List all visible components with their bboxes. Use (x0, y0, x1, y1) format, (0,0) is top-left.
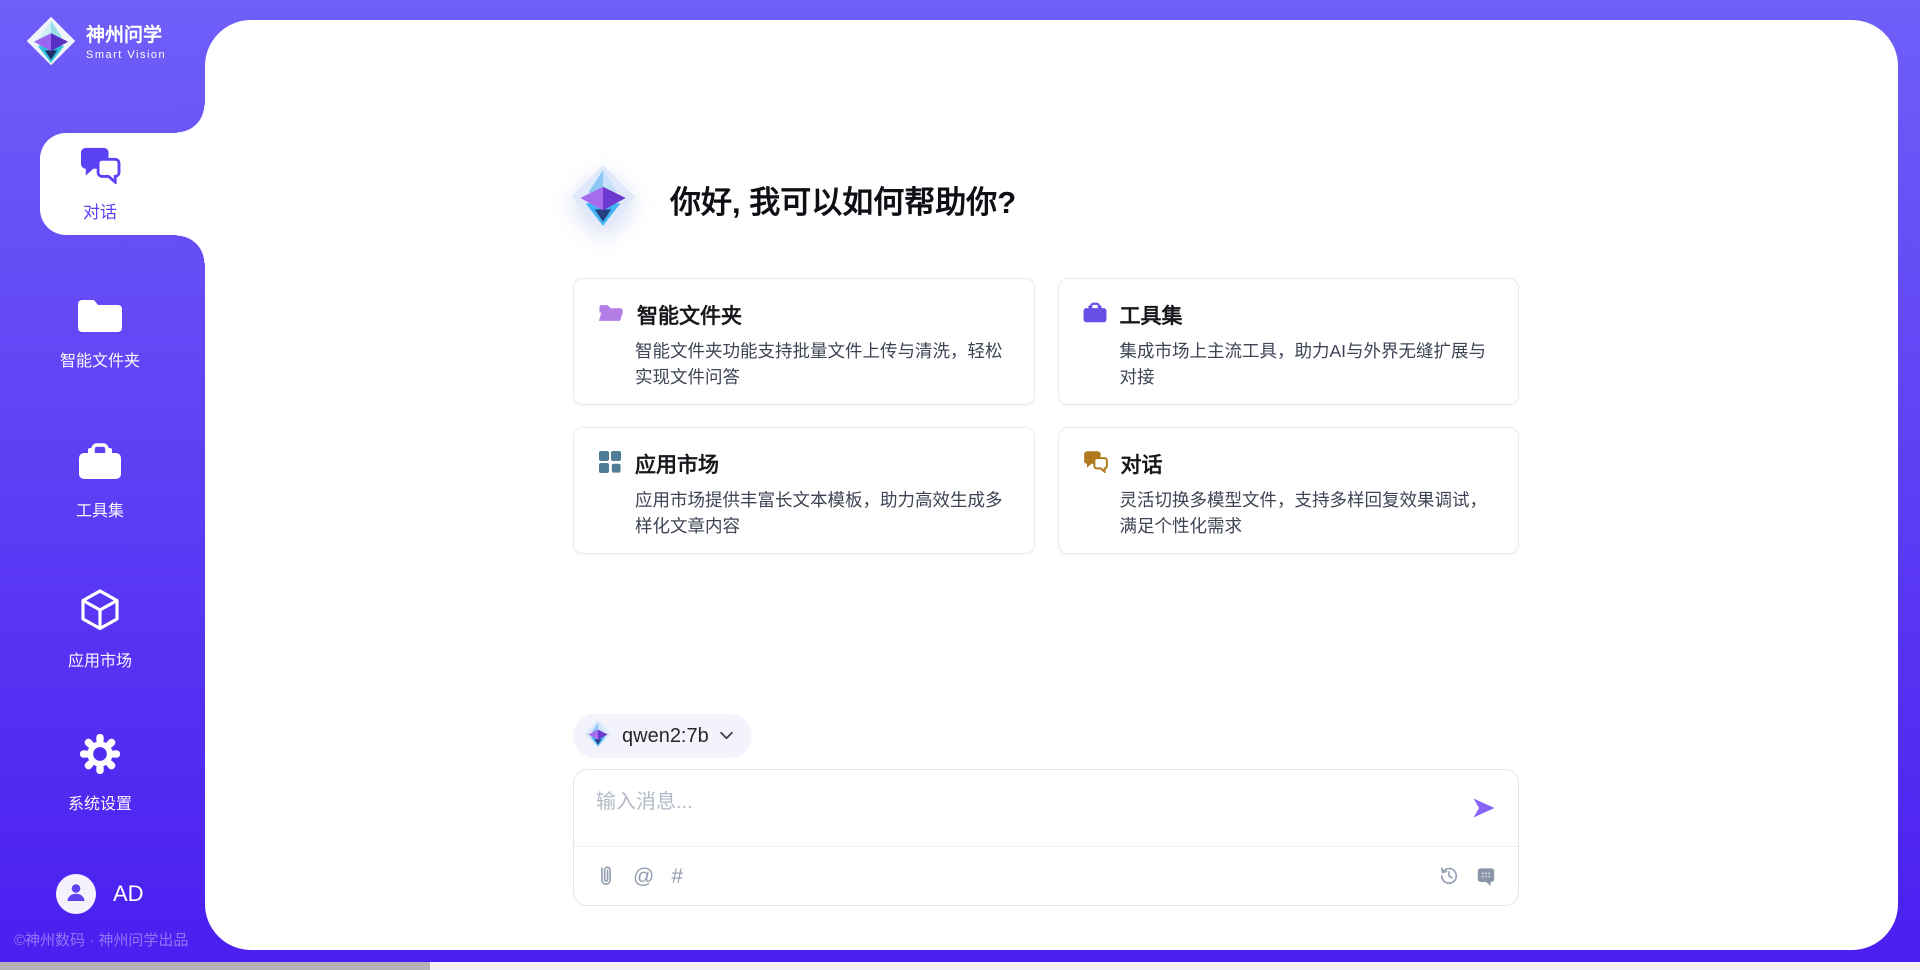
card-description: 集成市场上主流工具，助力AI与外界无缝扩展与对接 (1120, 339, 1495, 390)
composer-toolbar: @ # (574, 846, 1518, 905)
open-folder-icon (598, 302, 624, 328)
card-smart-folder[interactable]: 智能文件夹 智能文件夹功能支持批量文件上传与清洗，轻松实现文件问答 (573, 278, 1035, 405)
sidebar-item-label: 系统设置 (68, 790, 132, 814)
copyright-text: ©神州数码 · 神州问学出品 (14, 929, 188, 950)
at-icon[interactable]: @ (633, 866, 654, 887)
cube-icon (78, 588, 122, 637)
briefcase-icon (1083, 302, 1107, 329)
person-icon (64, 880, 88, 909)
diamond-logo-icon (570, 164, 636, 235)
card-app-market[interactable]: 应用市场 应用市场提供丰富长文本模板，助力高效生成多样化文章内容 (573, 427, 1035, 554)
grid-tiles-icon (598, 450, 622, 479)
greeting-title: 你好, 我可以如何帮助你? (670, 177, 1016, 222)
sidebar-item-tools[interactable]: 工具集 (0, 442, 200, 521)
card-description: 灵活切换多模型文件，支持多样回复效果调试，满足个性化需求 (1120, 488, 1495, 539)
user-name: AD (113, 881, 144, 907)
diamond-logo-icon (26, 16, 76, 71)
briefcase-icon (78, 442, 122, 487)
chat-square-icon[interactable] (1476, 866, 1496, 887)
sidebar-item-folders[interactable]: 智能文件夹 (0, 296, 200, 371)
sidebar-item-label: 智能文件夹 (60, 347, 140, 371)
avatar (56, 874, 96, 914)
card-description: 智能文件夹功能支持批量文件上传与清洗，轻松实现文件问答 (635, 339, 1010, 390)
message-input[interactable] (594, 783, 1448, 843)
tab-corner-bottom (177, 235, 205, 263)
tab-corner-top (177, 105, 205, 133)
brand-logo: 神州问学 Smart Vision (26, 16, 166, 71)
card-title: 工具集 (1120, 300, 1183, 330)
folder-icon (78, 296, 122, 337)
send-button[interactable] (1472, 797, 1496, 819)
gear-icon (79, 733, 121, 780)
message-composer: @ # (573, 769, 1519, 906)
scrollbar-thumb[interactable] (0, 962, 430, 970)
history-icon[interactable] (1439, 866, 1459, 886)
sidebar-item-label: 工具集 (76, 497, 124, 521)
card-title: 对话 (1121, 449, 1163, 479)
greeting: 你好, 我可以如何帮助你? (570, 164, 1016, 235)
brand-title: 神州问学 (86, 25, 166, 47)
chat-bubbles-icon (1083, 450, 1108, 478)
brand-subtitle: Smart Vision (86, 49, 166, 62)
chevron-down-icon (719, 727, 734, 745)
card-description: 应用市场提供丰富长文本模板，助力高效生成多样化文章内容 (635, 488, 1010, 539)
model-selector[interactable]: qwen2:7b (573, 714, 752, 758)
sidebar-item-label: 对话 (83, 198, 117, 223)
card-chat[interactable]: 对话 灵活切换多模型文件，支持多样回复效果调试，满足个性化需求 (1058, 427, 1520, 554)
sidebar-item-market[interactable]: 应用市场 (0, 588, 200, 671)
card-title: 智能文件夹 (637, 300, 742, 330)
sidebar-item-chat[interactable]: 对话 (40, 133, 220, 235)
app-root: 神州问学 Smart Vision 对话 智能文件夹 (0, 0, 1920, 970)
sidebar-item-label: 应用市场 (68, 647, 132, 671)
send-arrow-icon (1472, 807, 1496, 822)
horizontal-scrollbar (0, 962, 1920, 970)
diamond-logo-icon (584, 720, 612, 753)
user-profile[interactable]: AD (56, 874, 144, 914)
card-title: 应用市场 (635, 449, 719, 479)
card-toolset[interactable]: 工具集 集成市场上主流工具，助力AI与外界无缝扩展与对接 (1058, 278, 1520, 405)
feature-cards: 智能文件夹 智能文件夹功能支持批量文件上传与清洗，轻松实现文件问答 工具集 (573, 278, 1519, 554)
chat-bubbles-icon (79, 146, 121, 189)
model-name: qwen2:7b (622, 725, 709, 748)
hash-icon[interactable]: # (671, 866, 683, 887)
paperclip-icon[interactable] (596, 865, 616, 887)
sidebar-item-settings[interactable]: 系统设置 (0, 733, 200, 814)
